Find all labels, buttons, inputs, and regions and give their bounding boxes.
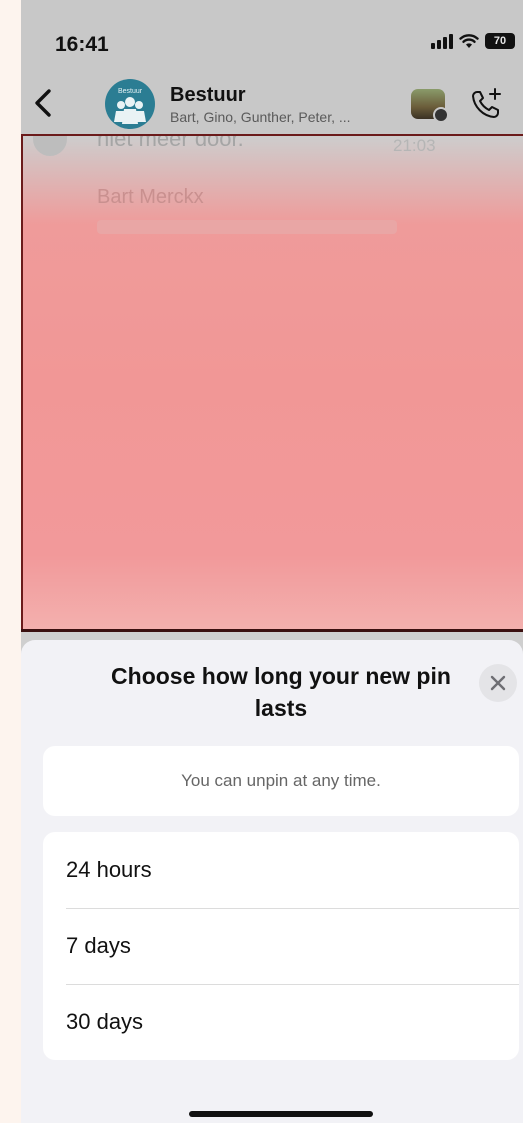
chevron-left-icon[interactable] xyxy=(29,86,59,120)
message-sender: Bart Merckx xyxy=(97,186,204,208)
info-card: You can unpin at any time. xyxy=(43,746,519,816)
close-icon xyxy=(490,675,506,691)
message-preview-line xyxy=(97,220,397,234)
info-text: You can unpin at any time. xyxy=(181,771,381,790)
status-time: 16:41 xyxy=(55,33,109,56)
sheet-title: Choose how long your new pin lasts xyxy=(111,663,451,721)
message-text: niet meer door. xyxy=(97,134,244,151)
avatar-label: Bestuur xyxy=(117,88,143,95)
option-30-days[interactable]: 30 days xyxy=(43,984,519,1060)
status-icons: 70 xyxy=(431,33,515,49)
group-members[interactable]: Bart, Gino, Gunther, Peter, ... xyxy=(170,109,351,125)
close-button[interactable] xyxy=(479,664,517,702)
media-thumbnail[interactable] xyxy=(411,89,449,123)
chat-header: Bestuur Bestuur Bart, Gino, Gunther, Pet… xyxy=(21,72,523,134)
duration-options: 24 hours 7 days 30 days xyxy=(43,832,519,1060)
signal-icon xyxy=(431,33,453,49)
phone-screen: 16:41 70 Bestuur Bestuur Bart, Gino, Gun… xyxy=(21,0,523,1123)
people-icon xyxy=(114,97,146,124)
option-24-hours[interactable]: 24 hours xyxy=(43,832,519,908)
battery-icon: 70 xyxy=(485,33,515,49)
status-bar: 16:41 70 xyxy=(21,0,523,82)
message-time: 21:03 xyxy=(393,136,436,155)
option-label: 24 hours xyxy=(66,857,152,882)
wifi-icon xyxy=(459,34,479,48)
phone-plus-icon[interactable] xyxy=(468,86,504,122)
message-avatar xyxy=(33,136,67,156)
option-7-days[interactable]: 7 days xyxy=(43,908,519,984)
thumbnail-badge-icon xyxy=(433,107,449,123)
group-avatar[interactable]: Bestuur xyxy=(105,79,155,129)
group-title[interactable]: Bestuur xyxy=(170,84,246,107)
option-label: 7 days xyxy=(66,933,131,958)
home-indicator[interactable] xyxy=(189,1111,373,1117)
pin-duration-sheet: Choose how long your new pin lasts You c… xyxy=(21,640,523,1123)
chat-area: niet meer door. 21:03 Bart Merckx xyxy=(21,134,523,632)
option-label: 30 days xyxy=(66,1009,144,1034)
